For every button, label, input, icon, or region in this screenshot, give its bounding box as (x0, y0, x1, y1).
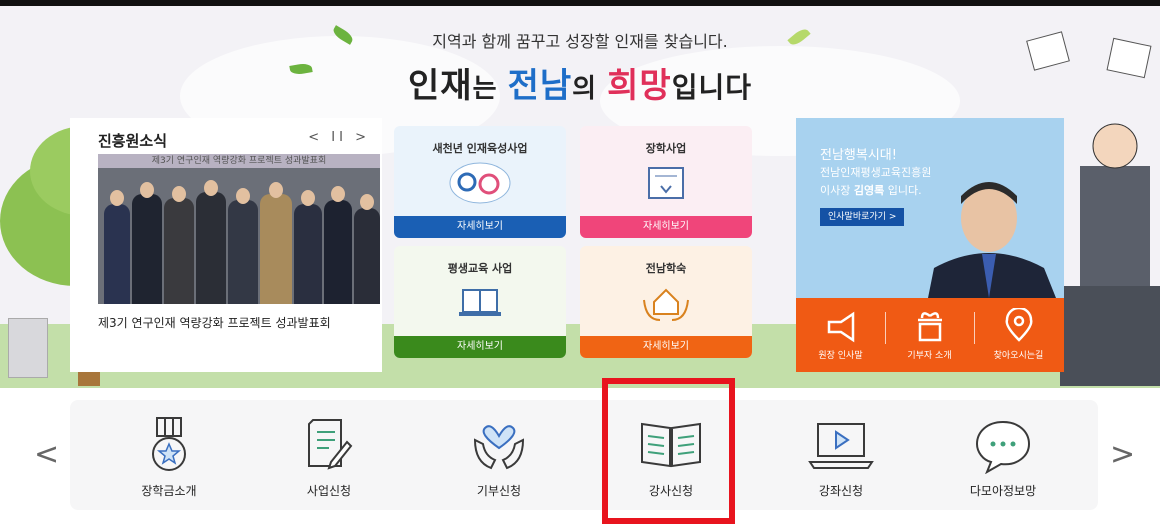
chat-bubble-icon (975, 420, 1031, 474)
greeting-panel: 전남행복시대! 전남인재평생교육진흥원 이사장 김영록 입니다. 인사말바로가기… (796, 118, 1064, 372)
quick-item-scholarship-intro[interactable]: 장학금소개 (98, 400, 240, 510)
card-jeonnam-dormitory: 전남학숙 자세히보기 (580, 246, 752, 358)
card-detail-button[interactable]: 자세히보기 (394, 336, 566, 358)
quick-item-business-apply[interactable]: 사업신청 (258, 400, 400, 510)
quick-item-label: 기부신청 (476, 484, 522, 498)
card-millennium-talent: 새천년 인재육성사업 자세히보기 (394, 126, 566, 238)
quick-item-label: 장학금소개 (141, 484, 197, 498)
stone-block (8, 318, 48, 378)
promo-item-label: 찾아오시는길 (993, 351, 1044, 361)
quick-item-label: 사업신청 (306, 484, 352, 498)
document-pen-icon (308, 419, 353, 470)
quick-item-donation-apply[interactable]: 기부신청 (428, 400, 570, 510)
promo-item-label: 기부자 소개 (907, 351, 952, 361)
news-caption[interactable]: 제3기 연구인재 역량강화 프로젝트 성과발표회 (98, 314, 368, 332)
hero-title: 인재는 전남의 희망입니다 (408, 66, 752, 106)
card-label: 장학사업 (645, 142, 687, 155)
promo-item-directions[interactable]: 찾아오시는길 (974, 298, 1063, 372)
house-hands-icon (643, 288, 689, 321)
card-lifelong-education: 평생교육 사업 자세히보기 (394, 246, 566, 358)
megaphone-icon (827, 311, 854, 343)
promo-item-donors[interactable]: 기부자 소개 (885, 298, 974, 372)
gift-icon (917, 312, 942, 342)
hands-heart-icon (473, 425, 525, 470)
promo-item-label: 원장 인사말 (818, 351, 863, 361)
card-label: 새천년 인재육성사업 (432, 142, 528, 155)
quick-item-damoa-info[interactable]: 다모아정보망 (932, 400, 1074, 510)
greeting-line3: 이사장 김영록 입니다. (820, 184, 922, 197)
video-laptop-icon (808, 423, 874, 469)
promo-item-greeting[interactable]: 원장 인사말 (796, 298, 885, 372)
card-label: 전남학숙 (645, 262, 687, 275)
greeting-link-button[interactable]: 인사말바로가기 > (820, 208, 905, 226)
photo-banner-text: 제3기 연구인재 역량강화 프로젝트 성과발표회 (98, 154, 380, 168)
book-monitor-icon (459, 289, 501, 316)
card-detail-button[interactable]: 자세히보기 (580, 336, 752, 358)
quick-menu: 장학금소개 사업신청 기부신청 강사신청 강좌신청 다모아정보망 (70, 400, 1098, 510)
quick-item-label: 다모아정보망 (969, 484, 1037, 498)
greeting-line1: 전남행복시대! (820, 148, 897, 163)
talent-logo-icon (449, 162, 511, 204)
news-heading: 진흥원소식 (98, 132, 168, 150)
quick-menu-prev-button[interactable]: < (34, 440, 59, 470)
news-slider-controls[interactable]: < II > (308, 130, 370, 145)
card-detail-button[interactable]: 자세히보기 (394, 216, 566, 238)
quick-item-course-apply[interactable]: 강좌신청 (770, 400, 912, 510)
greeting-quick-bar: 원장 인사말 기부자 소개 찾아오시는길 (796, 298, 1064, 372)
president-photo (924, 182, 1064, 318)
hero-banner: 지역과 함께 꿈꾸고 성장할 인재를 찾습니다. 인재는 전남의 희망입니다 진… (0, 6, 1160, 388)
card-detail-button[interactable]: 자세히보기 (580, 216, 752, 238)
certificate-icon (648, 167, 684, 199)
news-panel: 진흥원소식 < II > 제3기 연구인재 역량강화 프로젝트 성과발표회 제3… (70, 118, 382, 372)
hero-subtitle: 지역과 함께 꿈꾸고 성장할 인재를 찾습니다. (432, 32, 728, 51)
businessman-illustration (1060, 123, 1160, 386)
quick-menu-next-button[interactable]: > (1110, 440, 1135, 470)
highlight-box (602, 378, 735, 524)
map-pin-icon (1005, 306, 1032, 342)
medal-icon (152, 417, 186, 471)
card-scholarship: 장학사업 자세히보기 (580, 126, 752, 238)
quick-item-label: 강좌신청 (818, 484, 864, 498)
card-label: 평생교육 사업 (447, 262, 513, 275)
news-photo[interactable]: 제3기 연구인재 역량강화 프로젝트 성과발표회 (98, 154, 380, 304)
